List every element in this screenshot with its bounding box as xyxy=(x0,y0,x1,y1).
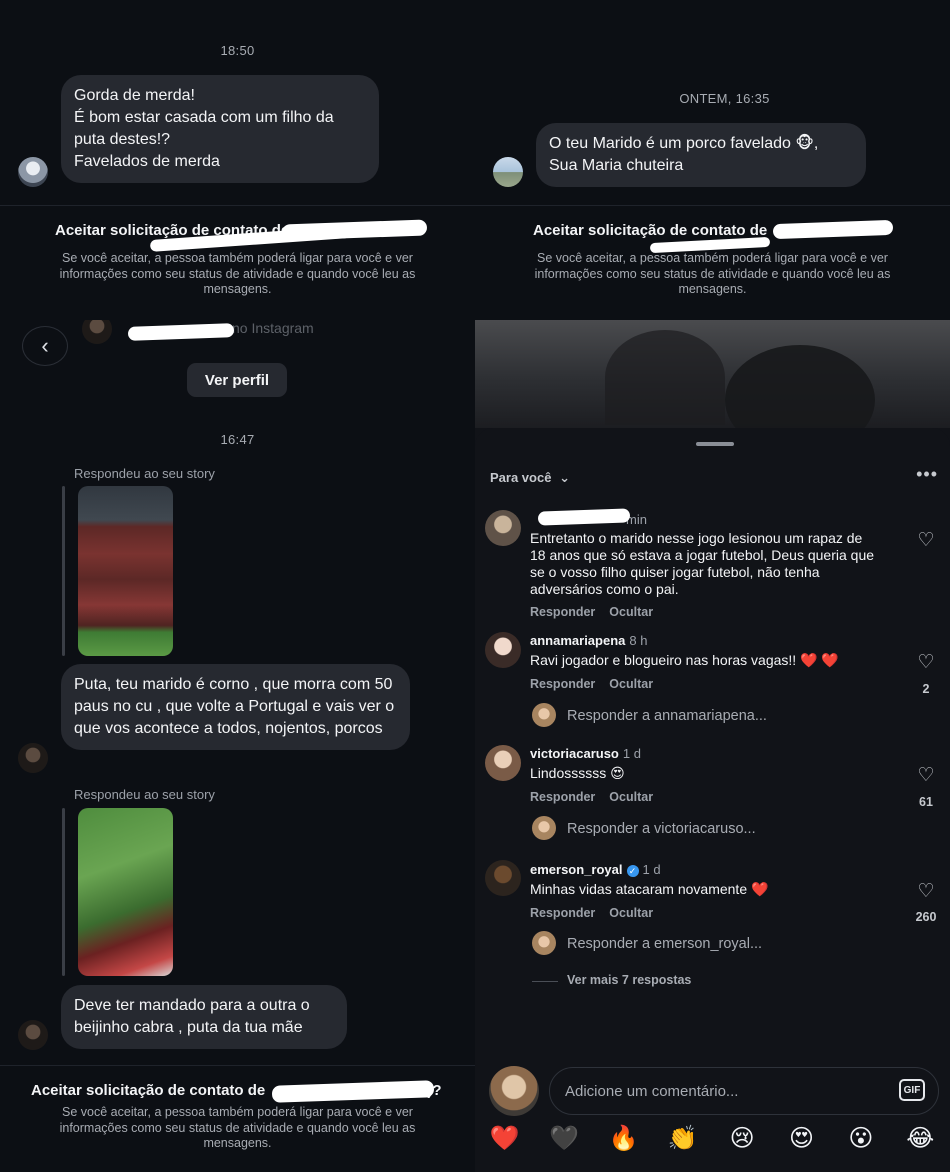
story-reply-label: Respondeu ao seu story xyxy=(74,466,215,481)
reply-button[interactable]: Responder xyxy=(530,677,595,691)
comment-avatar[interactable] xyxy=(485,860,521,896)
dm-panel-1: 18:50 Gorda de merda! É bom estar casada… xyxy=(0,0,475,320)
message-bubble[interactable]: Puta, teu marido é corno , que morra com… xyxy=(61,664,410,750)
chevron-down-icon: ⌄ xyxy=(559,470,570,485)
gif-button[interactable]: GIF xyxy=(899,1079,925,1101)
message-bubble[interactable]: Gorda de merda! É bom estar casada com u… xyxy=(61,75,379,183)
comment-filter-dropdown[interactable]: Para você ⌄ xyxy=(490,470,570,486)
redaction-mark xyxy=(127,323,235,341)
hide-button[interactable]: Ocultar xyxy=(609,677,653,691)
divider xyxy=(532,981,558,982)
comments-sheet: Para você ⌄ ••• min Entretanto o marido … xyxy=(475,428,950,1172)
like-heart-icon[interactable]: ♡ xyxy=(916,766,936,785)
story-reply-bar xyxy=(62,486,65,656)
comment-avatar[interactable] xyxy=(485,632,521,668)
reply-button[interactable]: Responder xyxy=(530,605,595,619)
accept-request-text: Se você aceitar, a pessoa também poderá … xyxy=(534,251,891,296)
comment-actions: Responder Ocultar xyxy=(530,677,653,691)
hide-button[interactable]: Ocultar xyxy=(609,906,653,920)
header-avatar[interactable] xyxy=(82,320,112,344)
hide-button[interactable]: Ocultar xyxy=(609,605,653,619)
comment-composer: GIF xyxy=(489,1066,943,1118)
sheet-handle[interactable] xyxy=(696,442,734,446)
story-reply-label: Respondeu ao seu story xyxy=(74,787,215,802)
my-avatar-small xyxy=(532,931,556,955)
like-count: 260 xyxy=(915,910,937,924)
my-avatar xyxy=(489,1066,539,1116)
reply-to-prompt[interactable]: Responder a annamariapena... xyxy=(567,708,767,724)
verified-badge-icon: ✓ xyxy=(626,865,639,877)
dm-panel-3: ‹ no Instagram Ver perfil 16:47 Responde… xyxy=(0,320,475,1172)
comment-avatar[interactable] xyxy=(485,745,521,781)
story-thumbnail[interactable] xyxy=(78,486,173,656)
story-thumbnail[interactable] xyxy=(78,808,173,976)
avatar[interactable] xyxy=(18,157,48,187)
avatar[interactable] xyxy=(493,157,523,187)
reply-to-prompt[interactable]: Responder a emerson_royal... xyxy=(567,936,762,952)
message-timestamp: 18:50 xyxy=(220,43,255,58)
emoji-fire[interactable]: 🔥 xyxy=(603,1124,643,1153)
message-timestamp: 16:47 xyxy=(220,432,255,447)
comment-actions: Responder Ocultar xyxy=(530,790,653,804)
comment-actions: Responder Ocultar xyxy=(530,605,653,619)
dm-panel-2: ONTEM, 16:35 O teu Marido é um porco fav… xyxy=(475,0,950,320)
quick-emoji-bar: ❤️ 🖤 🔥 👏 😢 😍 😮 😂 xyxy=(475,1124,950,1153)
comment-input[interactable] xyxy=(549,1067,939,1115)
emoji-heart-eyes[interactable]: 😍 xyxy=(782,1124,822,1153)
like-count: 61 xyxy=(919,795,933,809)
comment-avatar[interactable] xyxy=(485,510,521,546)
comment-text: Entretanto o marido nesse jogo lesionou … xyxy=(530,530,875,597)
more-options-icon[interactable]: ••• xyxy=(916,464,938,485)
emoji-laughing[interactable]: 😂 xyxy=(900,1124,940,1153)
like-heart-icon[interactable]: ♡ xyxy=(916,531,936,550)
comment-text: Minhas vidas atacaram novamente ❤️ xyxy=(530,881,769,897)
header-subtitle: no Instagram xyxy=(232,320,314,336)
comment-username[interactable]: victoriacaruso 1 d xyxy=(530,746,641,761)
avatar[interactable] xyxy=(18,743,48,773)
my-avatar-small xyxy=(532,816,556,840)
emoji-clap[interactable]: 👏 xyxy=(663,1124,703,1153)
comment-username[interactable]: emerson_royal ✓ 1 d xyxy=(530,862,661,877)
comment-text: Ravi jogador e blogueiro nas horas vagas… xyxy=(530,652,839,668)
back-button[interactable]: ‹ xyxy=(22,326,68,366)
reply-button[interactable]: Responder xyxy=(530,790,595,804)
like-heart-icon[interactable]: ♡ xyxy=(916,653,936,672)
emoji-black-heart[interactable]: 🖤 xyxy=(544,1124,584,1153)
comment-text: Lindossssss 😍 xyxy=(530,765,625,781)
reply-to-prompt[interactable]: Responder a victoriacaruso... xyxy=(567,821,756,837)
message-bubble[interactable]: O teu Marido é um porco favelado 🐵, Sua … xyxy=(536,123,866,187)
reply-button[interactable]: Responder xyxy=(530,906,595,920)
my-avatar-small xyxy=(532,703,556,727)
emoji-red-heart[interactable]: ❤️ xyxy=(485,1124,525,1153)
like-heart-icon[interactable]: ♡ xyxy=(916,882,936,901)
post-image-background xyxy=(475,320,950,455)
view-more-replies[interactable]: Ver mais 7 respostas xyxy=(567,973,691,987)
accept-request-text: Se você aceitar, a pessoa também poderá … xyxy=(59,251,416,296)
emoji-surprised[interactable]: 😮 xyxy=(841,1124,881,1153)
avatar[interactable] xyxy=(18,1020,48,1050)
hide-button[interactable]: Ocultar xyxy=(609,790,653,804)
comment-actions: Responder Ocultar xyxy=(530,906,653,920)
chevron-left-icon: ‹ xyxy=(41,333,49,358)
view-profile-button[interactable]: Ver perfil xyxy=(187,363,287,397)
message-timestamp: ONTEM, 16:35 xyxy=(679,91,770,106)
emoji-crying[interactable]: 😢 xyxy=(722,1124,762,1153)
comments-panel: Para você ⌄ ••• min Entretanto o marido … xyxy=(475,320,950,1172)
comment-username[interactable]: annamariapena 8 h xyxy=(530,633,647,648)
accept-request-text: Se você aceitar, a pessoa também poderá … xyxy=(59,1105,416,1150)
story-reply-bar xyxy=(62,808,65,976)
message-bubble[interactable]: Deve ter mandado para a outra o beijinho… xyxy=(61,985,347,1049)
like-count: 2 xyxy=(922,682,930,696)
